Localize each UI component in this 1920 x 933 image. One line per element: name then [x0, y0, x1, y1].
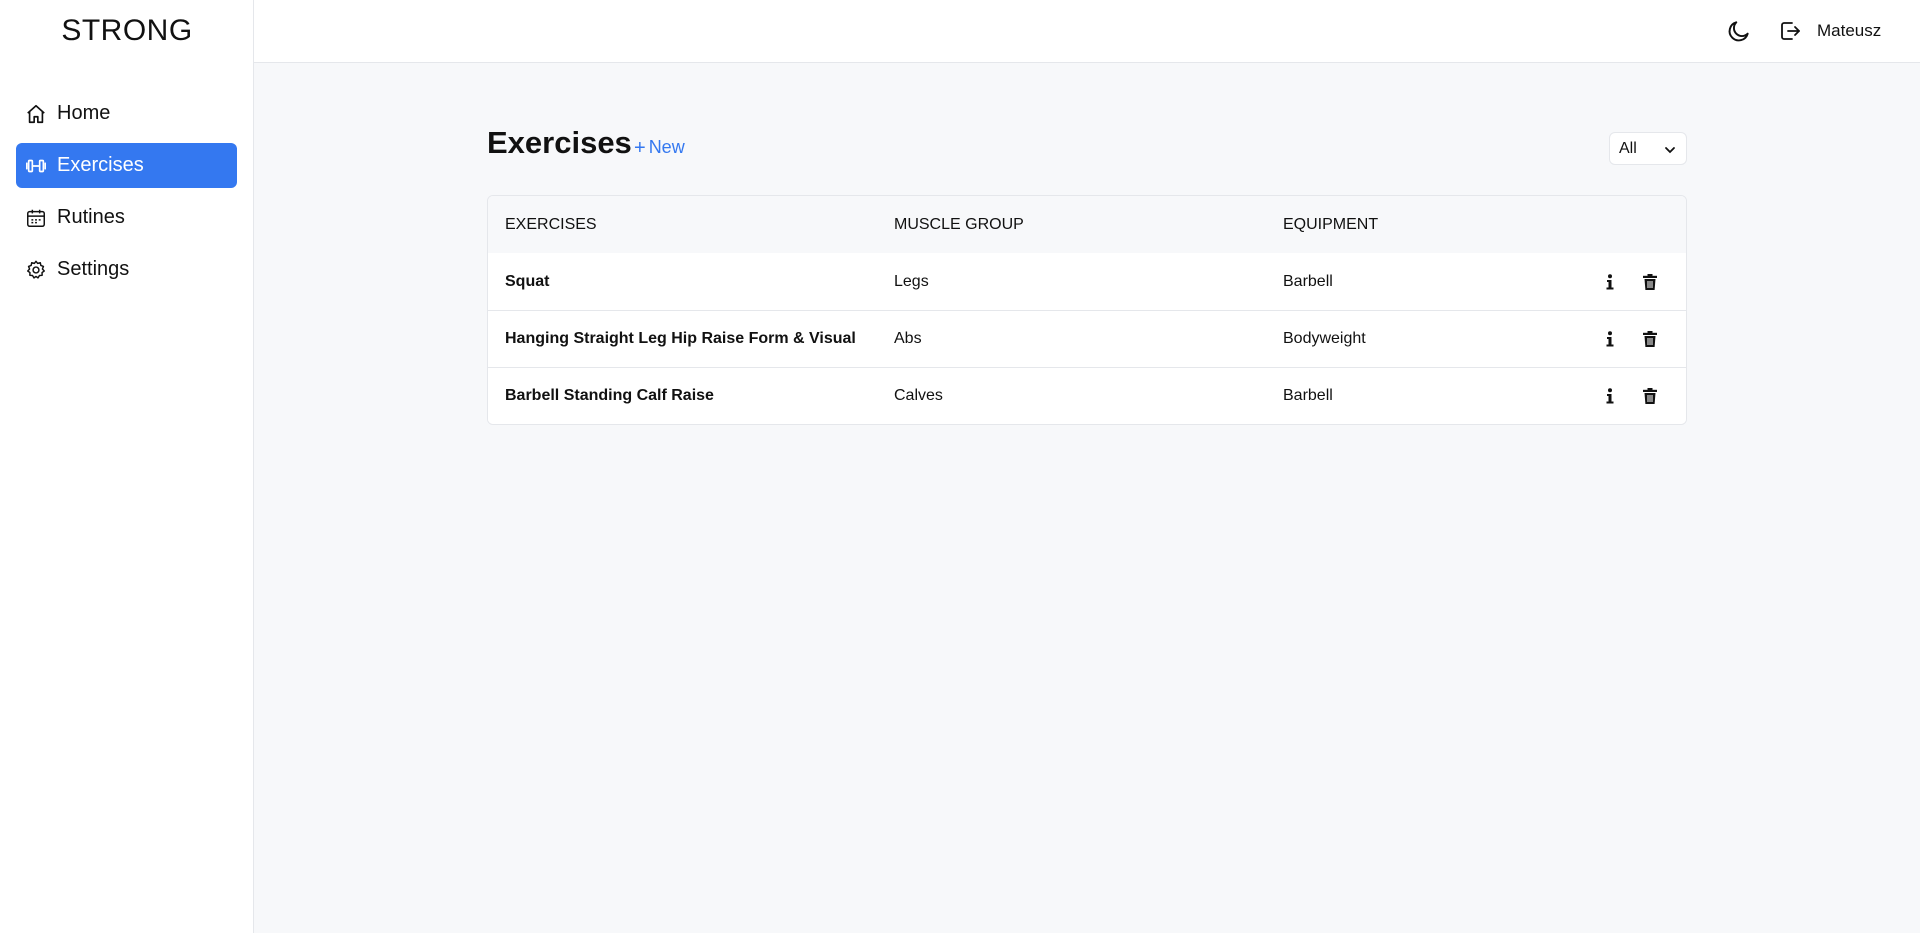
exercise-name[interactable]: Barbell Standing Calf Raise	[488, 387, 877, 405]
equipment-cell: Barbell	[1283, 387, 1333, 404]
sidebar-item-label: Settings	[57, 258, 130, 280]
app-root: STRONG Home Exercises Rutines Settings M…	[0, 0, 1920, 933]
muscle-group-cell: Abs	[894, 330, 922, 347]
table-row[interactable]: Squat Legs Barbell	[488, 253, 1686, 310]
chevron-down-icon	[1664, 143, 1676, 155]
gear-icon	[25, 259, 47, 281]
info-icon[interactable]	[1601, 330, 1619, 348]
sidebar-item-exercises[interactable]: Exercises	[16, 143, 237, 188]
muscle-group-filter-select[interactable]: All	[1609, 132, 1687, 165]
column-header-exercises[interactable]: EXERCISES	[488, 216, 877, 234]
exercise-name[interactable]: Hanging Straight Leg Hip Raise Form & Vi…	[488, 330, 877, 348]
row-actions	[1566, 273, 1686, 291]
logout-icon[interactable]	[1778, 19, 1802, 43]
dumbbell-icon	[25, 155, 47, 177]
sidebar: STRONG Home Exercises Rutines Settings	[0, 0, 254, 933]
sidebar-item-settings[interactable]: Settings	[16, 247, 237, 292]
table-row[interactable]: Barbell Standing Calf Raise Calves Barbe…	[488, 367, 1686, 424]
top-bar: Mateusz	[254, 0, 1920, 63]
moon-icon[interactable]	[1726, 18, 1752, 44]
calendar-icon	[25, 207, 47, 229]
muscle-group-cell: Legs	[894, 272, 929, 290]
sidebar-item-label: Exercises	[57, 154, 144, 176]
page-title: Exercises	[487, 125, 632, 160]
equipment-cell: Bodyweight	[1283, 330, 1366, 347]
row-actions	[1566, 330, 1686, 348]
trash-icon[interactable]	[1641, 273, 1659, 291]
row-actions	[1566, 387, 1686, 405]
table-header: EXERCISES MUSCLE GROUP EQUIPMENT	[488, 196, 1686, 253]
sidebar-item-home[interactable]: Home	[16, 91, 237, 136]
info-icon[interactable]	[1601, 273, 1619, 291]
sidebar-item-rutines[interactable]: Rutines	[16, 195, 237, 240]
home-icon	[25, 103, 47, 125]
equipment-cell: Barbell	[1283, 272, 1333, 290]
brand-logo[interactable]: STRONG	[0, 14, 254, 48]
trash-icon[interactable]	[1641, 330, 1659, 348]
exercise-name[interactable]: Squat	[488, 273, 877, 291]
sidebar-item-label: Home	[57, 102, 111, 124]
plus-icon: +	[634, 136, 646, 159]
sidebar-item-label: Rutines	[57, 206, 125, 228]
exercises-table: EXERCISES MUSCLE GROUP EQUIPMENT Squat L…	[487, 195, 1687, 425]
table-row[interactable]: Hanging Straight Leg Hip Raise Form & Vi…	[488, 310, 1686, 367]
new-exercise-button[interactable]: + New	[634, 137, 685, 158]
filter-selected-value: All	[1619, 139, 1637, 157]
table-body: Squat Legs Barbell Hanging Straight Leg …	[488, 253, 1686, 424]
column-header-equipment[interactable]: EQUIPMENT	[1266, 216, 1566, 234]
column-header-muscle-group[interactable]: MUSCLE GROUP	[877, 216, 1266, 234]
info-icon[interactable]	[1601, 387, 1619, 405]
trash-icon[interactable]	[1641, 387, 1659, 405]
new-exercise-label: New	[648, 137, 685, 157]
sidebar-nav: Home Exercises Rutines Settings	[16, 91, 237, 299]
muscle-group-cell: Calves	[894, 387, 943, 404]
user-name[interactable]: Mateusz	[1817, 21, 1881, 41]
